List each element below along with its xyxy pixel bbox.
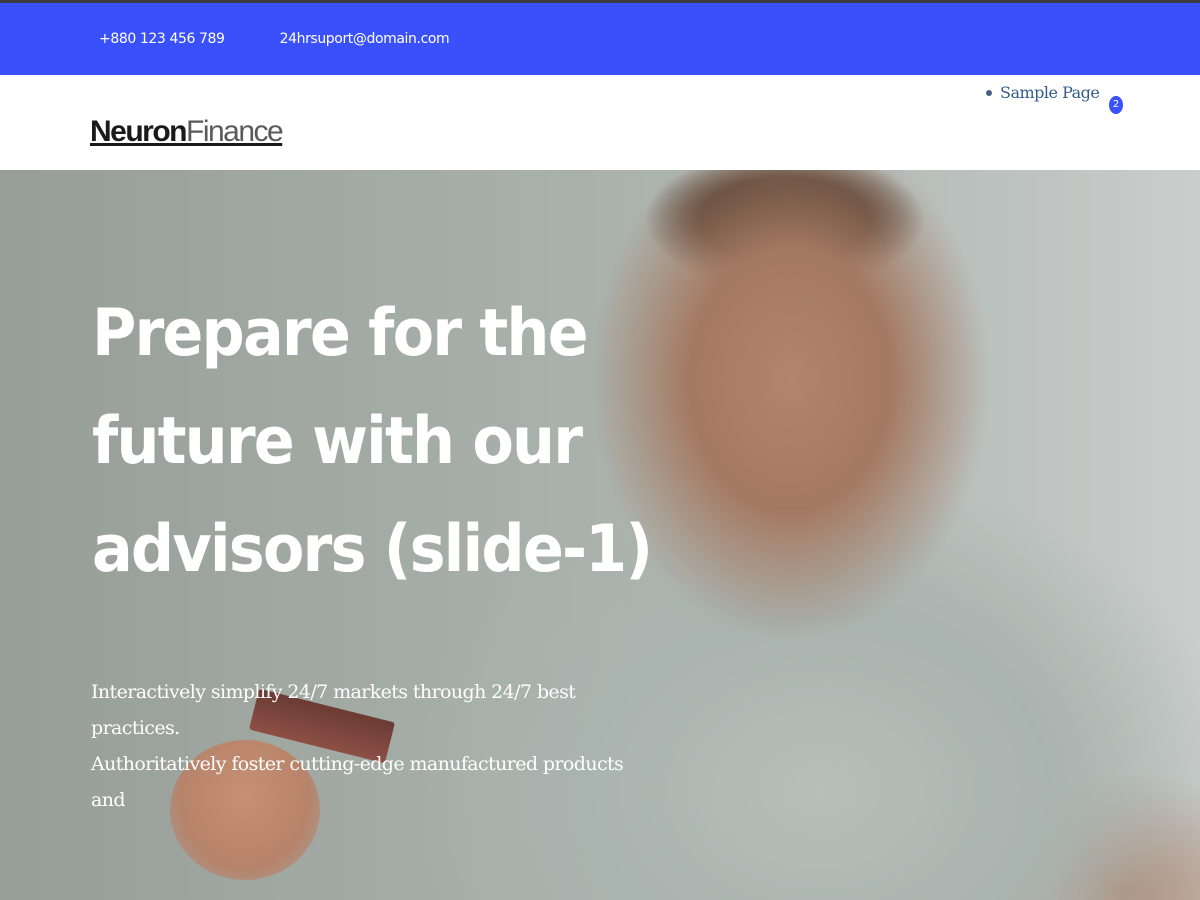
main-nav: Sample Page [986, 83, 1100, 102]
site-logo[interactable]: NeuronFinance [90, 115, 284, 149]
email-link[interactable]: 24hrsuport@domain.com [280, 31, 450, 47]
top-contact-bar: +880 123 456 789 24hrsuport@domain.com [0, 3, 1200, 75]
logo-bold-text: Neuron [90, 115, 188, 148]
phone-link[interactable]: +880 123 456 789 [99, 31, 225, 47]
nav-bullet-icon [986, 89, 992, 96]
hero-description-line-2: Authoritatively foster cutting-edge manu… [91, 753, 624, 811]
hero-description: Interactively simplify 24/7 markets thro… [91, 674, 631, 818]
cart-count-badge[interactable]: 2 [1109, 96, 1123, 114]
hero-description-line-1: Interactively simplify 24/7 markets thro… [91, 681, 576, 739]
hero-title: Prepare for the future with our advisors… [92, 296, 653, 587]
site-header: NeuronFinance Sample Page [0, 75, 1200, 170]
nav-item-sample-page[interactable]: Sample Page [1000, 83, 1100, 102]
logo-light-text: Finance [186, 115, 284, 148]
